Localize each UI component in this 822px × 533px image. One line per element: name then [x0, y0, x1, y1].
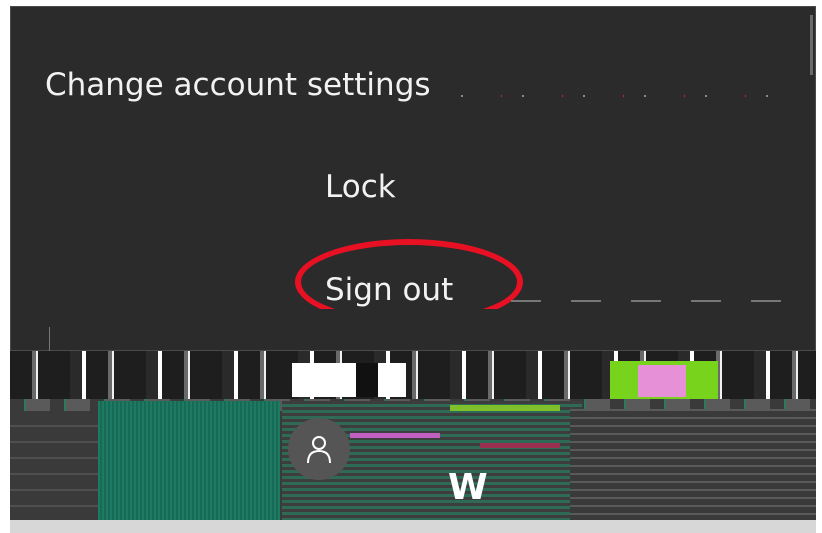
artifact-block [98, 401, 280, 521]
screen: Change account settings Lock Sign out W [0, 0, 822, 533]
artifact-block [638, 365, 686, 397]
artifact-line [49, 327, 50, 351]
artifact-line [511, 300, 811, 302]
menu-scrollbar[interactable] [810, 15, 813, 75]
person-icon [307, 436, 331, 464]
artifact-block [350, 433, 440, 438]
user-avatar[interactable] [288, 418, 350, 480]
artifact-block [450, 405, 560, 411]
menu-item-sign-out[interactable]: Sign out [325, 270, 453, 310]
taskbar [10, 351, 816, 521]
menu-item-change-account-settings[interactable]: Change account settings [45, 65, 431, 105]
artifact-line [441, 95, 801, 97]
artifact-block [570, 409, 816, 521]
artifact-block [480, 443, 560, 448]
window-bottom-edge [10, 520, 816, 533]
artifact-block [356, 363, 378, 397]
artifact-block [292, 363, 406, 397]
account-context-menu: Change account settings Lock Sign out [10, 6, 816, 351]
user-initial: W [448, 467, 488, 508]
menu-item-lock[interactable]: Lock [325, 167, 396, 207]
artifact-block [10, 411, 98, 521]
